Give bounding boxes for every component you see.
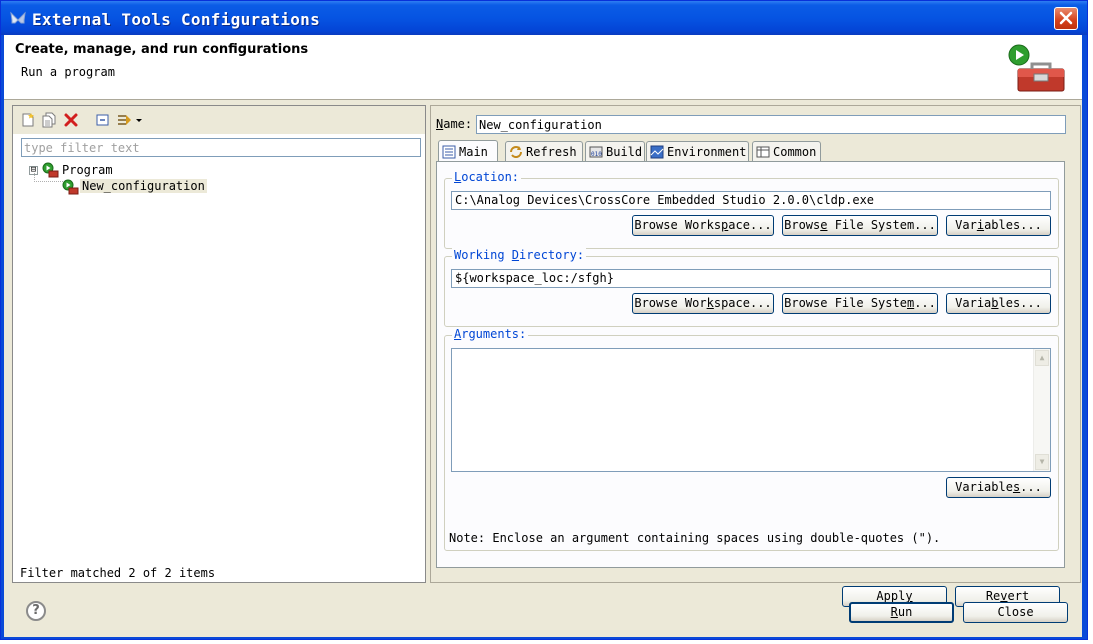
header-subtitle: Run a program	[21, 65, 115, 79]
working-directory-field[interactable]: ${workspace_loc:/sfgh}	[451, 269, 1051, 288]
tab-label: Build	[606, 144, 643, 159]
delete-icon[interactable]	[63, 112, 79, 128]
name-input[interactable]	[476, 115, 1066, 134]
main-tab-icon	[442, 145, 456, 158]
variables-button[interactable]: Variables...	[946, 293, 1051, 314]
window-title: External Tools Configurations	[32, 10, 321, 29]
new-configuration-icon[interactable]	[20, 112, 36, 128]
location-field[interactable]: C:\Analog Devices\CrossCore Embedded Stu…	[451, 191, 1051, 210]
browse-file-system-button[interactable]: Browse File System...	[782, 215, 938, 236]
tab-build[interactable]: 010 Build	[585, 141, 645, 161]
browse-workspace-button[interactable]: Browse Workspace...	[632, 215, 774, 236]
dialog-client: Create, manage, and run configurations R…	[4, 35, 1082, 637]
arguments-note: Note: Enclose an argument containing spa…	[449, 531, 941, 545]
tab-label: Common	[773, 144, 817, 159]
tab-label: Environment	[667, 144, 747, 159]
svg-text:010: 010	[591, 151, 602, 158]
header-title: Create, manage, and run configurations	[15, 42, 309, 57]
scroll-up-icon[interactable]: ▲	[1035, 350, 1049, 366]
configuration-editor-panel: Name: Main Refresh	[430, 105, 1081, 607]
refresh-icon	[510, 145, 522, 158]
tab-refresh[interactable]: Refresh	[505, 141, 583, 161]
tree-item-label: New_configuration	[80, 179, 207, 193]
tab-main[interactable]: Main	[438, 140, 498, 162]
arguments-textarea[interactable]: ▲ ▼	[451, 348, 1051, 472]
program-config-icon	[62, 179, 79, 195]
arguments-group: Arguments: ▲ ▼ Variables...	[444, 327, 1059, 551]
common-icon	[756, 146, 770, 157]
location-label: Location:	[452, 170, 522, 184]
filter-input[interactable]	[21, 138, 421, 157]
variables-button[interactable]: Variables...	[946, 477, 1051, 498]
working-directory-group: Working Directory: ${workspace_loc:/sfgh…	[444, 248, 1059, 327]
chevron-down-icon[interactable]	[135, 112, 143, 128]
run-button[interactable]: Run	[849, 602, 954, 623]
tree-connector	[34, 173, 64, 182]
scroll-down-icon[interactable]: ▼	[1035, 454, 1049, 470]
close-window-button[interactable]	[1054, 7, 1078, 30]
tab-label: Main	[459, 144, 488, 159]
filter-status: Filter matched 2 of 2 items	[20, 566, 216, 580]
title-bar[interactable]: External Tools Configurations	[1, 1, 1087, 35]
tab-label: Refresh	[526, 144, 577, 159]
browse-workspace-button[interactable]: Browse Workspace...	[632, 293, 774, 314]
environment-icon	[650, 145, 664, 158]
dialog-header: Create, manage, and run configurations R…	[4, 35, 1082, 100]
collapse-all-icon[interactable]	[95, 112, 111, 128]
duplicate-icon[interactable]	[41, 112, 57, 128]
dialog-window: External Tools Configurations Create, ma…	[0, 0, 1088, 640]
close-icon	[1059, 11, 1073, 25]
name-label: Name:	[436, 117, 473, 131]
browse-file-system-button[interactable]: Browse File System...	[782, 293, 938, 314]
main-tab-content: Location: C:\Analog Devices\CrossCore Em…	[436, 161, 1065, 568]
close-button[interactable]: Close	[963, 602, 1068, 623]
working-directory-label: Working Directory:	[452, 248, 587, 262]
toolbox-run-icon	[1008, 44, 1065, 92]
configuration-list-panel: ⊟ Program N	[12, 105, 426, 583]
variables-button[interactable]: Variables...	[946, 215, 1051, 236]
vertical-scrollbar[interactable]: ▲ ▼	[1033, 349, 1050, 471]
tree-item-label: Program	[62, 163, 113, 177]
location-group: Location: C:\Analog Devices\CrossCore Em…	[444, 170, 1059, 249]
external-tools-icon	[10, 11, 26, 24]
tab-environment[interactable]: Environment	[646, 141, 749, 161]
tab-common[interactable]: Common	[752, 141, 821, 161]
filter-icon[interactable]	[117, 112, 133, 128]
build-icon: 010	[589, 146, 603, 158]
help-icon[interactable]: ?	[26, 601, 46, 621]
arguments-label: Arguments:	[452, 327, 529, 341]
left-toolbar	[13, 106, 425, 134]
